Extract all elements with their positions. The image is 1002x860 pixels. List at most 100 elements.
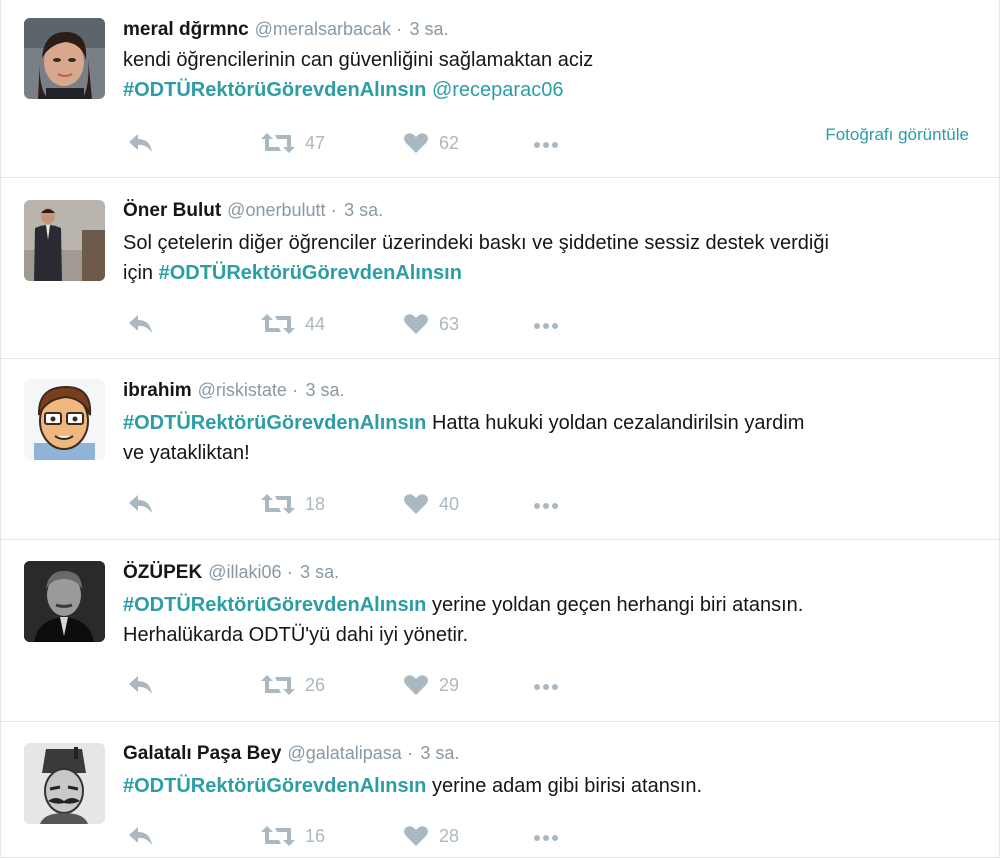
author-handle[interactable]: @illaki06 (208, 562, 281, 582)
retweet-button[interactable]: 18 (261, 493, 325, 515)
author-name[interactable]: Öner Bulut (123, 200, 221, 221)
retweet-button[interactable]: 26 (261, 674, 325, 696)
separator: · (330, 200, 337, 220)
hashtag-link[interactable]: #ODTÜRektörüGörevdenAlınsın (123, 775, 426, 797)
separator: · (396, 19, 403, 39)
tweet-actions: 18 40 (123, 493, 983, 521)
author-handle[interactable]: @riskistate (198, 380, 287, 400)
more-button[interactable] (533, 502, 559, 510)
retweet-icon (261, 133, 295, 153)
like-button[interactable]: 28 (403, 825, 459, 847)
reply-button[interactable] (128, 825, 154, 847)
tweet-text-line: ve yatakliktan! (123, 442, 250, 464)
author-name[interactable]: ibrahim (123, 380, 192, 401)
heart-icon (404, 675, 428, 695)
reply-icon (129, 315, 152, 333)
tweet[interactable]: meral dğrmnc @meralsarbacak · 3 sa. kendi… (1, 0, 999, 178)
heart-icon (404, 133, 428, 153)
view-photo-link[interactable]: Fotoğrafı görüntüle (825, 125, 969, 145)
tweet[interactable]: Öner Bulut @onerbulutt · 3 sa. Sol çetele… (1, 178, 999, 359)
avatar[interactable] (24, 200, 105, 281)
tweet-actions: 16 28 (123, 825, 983, 853)
tweet-header: meral dğrmnc @meralsarbacak · 3 sa. (123, 17, 449, 42)
more-dots-icon (534, 835, 558, 841)
hashtag-link[interactable]: #ODTÜRektörüGörevdenAlınsın (123, 594, 426, 616)
tweet-actions: 26 29 (123, 674, 983, 702)
retweet-icon (261, 826, 295, 846)
timestamp[interactable]: 3 sa. (344, 200, 383, 220)
retweet-count: 18 (305, 493, 326, 514)
avatar[interactable] (24, 743, 105, 824)
more-dots-icon (534, 503, 558, 509)
like-count: 40 (439, 493, 460, 514)
reply-icon (129, 676, 152, 694)
more-button[interactable] (533, 322, 559, 330)
tweet-header: ibrahim @riskistate · 3 sa. (123, 378, 345, 403)
tweet[interactable]: Galatalı Paşa Bey @galatalipasa · 3 sa. #… (1, 722, 999, 857)
tweet[interactable]: ÖZÜPEK @illaki06 · 3 sa. #ODTÜRektörüGöre… (1, 540, 999, 722)
retweet-button[interactable]: 44 (261, 313, 325, 335)
avatar[interactable] (24, 379, 105, 460)
tweet-text: #ODTÜRektörüGörevdenAlınsın Hatta hukuki… (123, 408, 983, 468)
timestamp[interactable]: 3 sa. (420, 743, 459, 763)
tweet-text-line: Herhalükarda ODTÜ'yü dahi iyi yönetir. (123, 624, 469, 646)
tweet-text: kendi öğrencilerinin can güvenliğini sağ… (123, 45, 983, 105)
mention-link[interactable]: @receparac06 (432, 79, 563, 101)
tweet-text: Sol çetelerin diğer öğrenciler üzerindek… (123, 228, 983, 288)
tweet-header: Galatalı Paşa Bey @galatalipasa · 3 sa. (123, 741, 459, 766)
tweet-text: #ODTÜRektörüGörevdenAlınsın yerine yolda… (123, 590, 983, 650)
hashtag-link[interactable]: #ODTÜRektörüGörevdenAlınsın (159, 262, 462, 284)
reply-button[interactable] (128, 313, 154, 335)
more-button[interactable] (533, 834, 559, 842)
heart-icon (404, 314, 428, 334)
author-name[interactable]: meral dğrmnc (123, 19, 249, 40)
separator: · (407, 743, 414, 763)
reply-icon (129, 495, 152, 513)
tweet[interactable]: ibrahim @riskistate · 3 sa. #ODTÜRektörüG… (1, 359, 999, 540)
hashtag-link[interactable]: #ODTÜRektörüGörevdenAlınsın (123, 412, 426, 434)
hashtag-link[interactable]: #ODTÜRektörüGörevdenAlınsın (123, 79, 426, 101)
like-count: 63 (439, 313, 460, 334)
tweet-actions: 47 62 Fotoğrafı görüntüle (123, 125, 983, 160)
reply-button[interactable] (128, 132, 154, 154)
more-dots-icon (534, 142, 558, 148)
author-handle[interactable]: @meralsarbacak (255, 19, 391, 39)
timestamp[interactable]: 3 sa. (300, 562, 339, 582)
reply-icon (129, 134, 152, 152)
reply-button[interactable] (128, 674, 154, 696)
avatar[interactable] (24, 561, 105, 642)
tweet-text-line: Sol çetelerin diğer öğrenciler üzerindek… (123, 232, 829, 254)
retweet-icon (261, 494, 295, 514)
author-handle[interactable]: @onerbulutt (227, 200, 325, 220)
more-dots-icon (534, 684, 558, 690)
tweet-text-body: Hatta hukuki yoldan cezalandirilsin yard… (426, 412, 805, 434)
tweet-timeline: meral dğrmnc @meralsarbacak · 3 sa. kendi… (0, 0, 1000, 858)
more-dots-icon (534, 323, 558, 329)
retweet-count: 16 (305, 825, 326, 846)
retweet-button[interactable]: 16 (261, 825, 325, 847)
tweet-header: ÖZÜPEK @illaki06 · 3 sa. (123, 560, 339, 585)
like-button[interactable]: 63 (403, 313, 459, 335)
retweet-icon (261, 314, 295, 334)
reply-button[interactable] (128, 493, 154, 515)
timestamp[interactable]: 3 sa. (305, 380, 344, 400)
like-button[interactable]: 29 (403, 674, 459, 696)
timestamp[interactable]: 3 sa. (410, 19, 449, 39)
tweet-text-body: yerine yoldan geçen herhangi biri atansı… (426, 594, 804, 616)
tweet-header: Öner Bulut @onerbulutt · 3 sa. (123, 198, 383, 223)
more-button[interactable] (533, 683, 559, 691)
reply-icon (129, 827, 152, 845)
separator: · (292, 380, 299, 400)
tweet-text-body: yerine adam gibi birisi atansın. (426, 775, 703, 797)
author-name[interactable]: ÖZÜPEK (123, 562, 202, 583)
like-button[interactable]: 40 (403, 493, 459, 515)
tweet-text-prefix: için (123, 262, 159, 284)
like-button[interactable]: 62 (403, 132, 459, 154)
author-name[interactable]: Galatalı Paşa Bey (123, 743, 281, 764)
retweet-icon (261, 675, 295, 695)
more-button[interactable] (533, 141, 559, 149)
author-handle[interactable]: @galatalipasa (287, 743, 401, 763)
retweet-button[interactable]: 47 (261, 132, 325, 154)
avatar[interactable] (24, 18, 105, 99)
tweet-text-line: kendi öğrencilerinin can güvenliğini sağ… (123, 49, 594, 71)
